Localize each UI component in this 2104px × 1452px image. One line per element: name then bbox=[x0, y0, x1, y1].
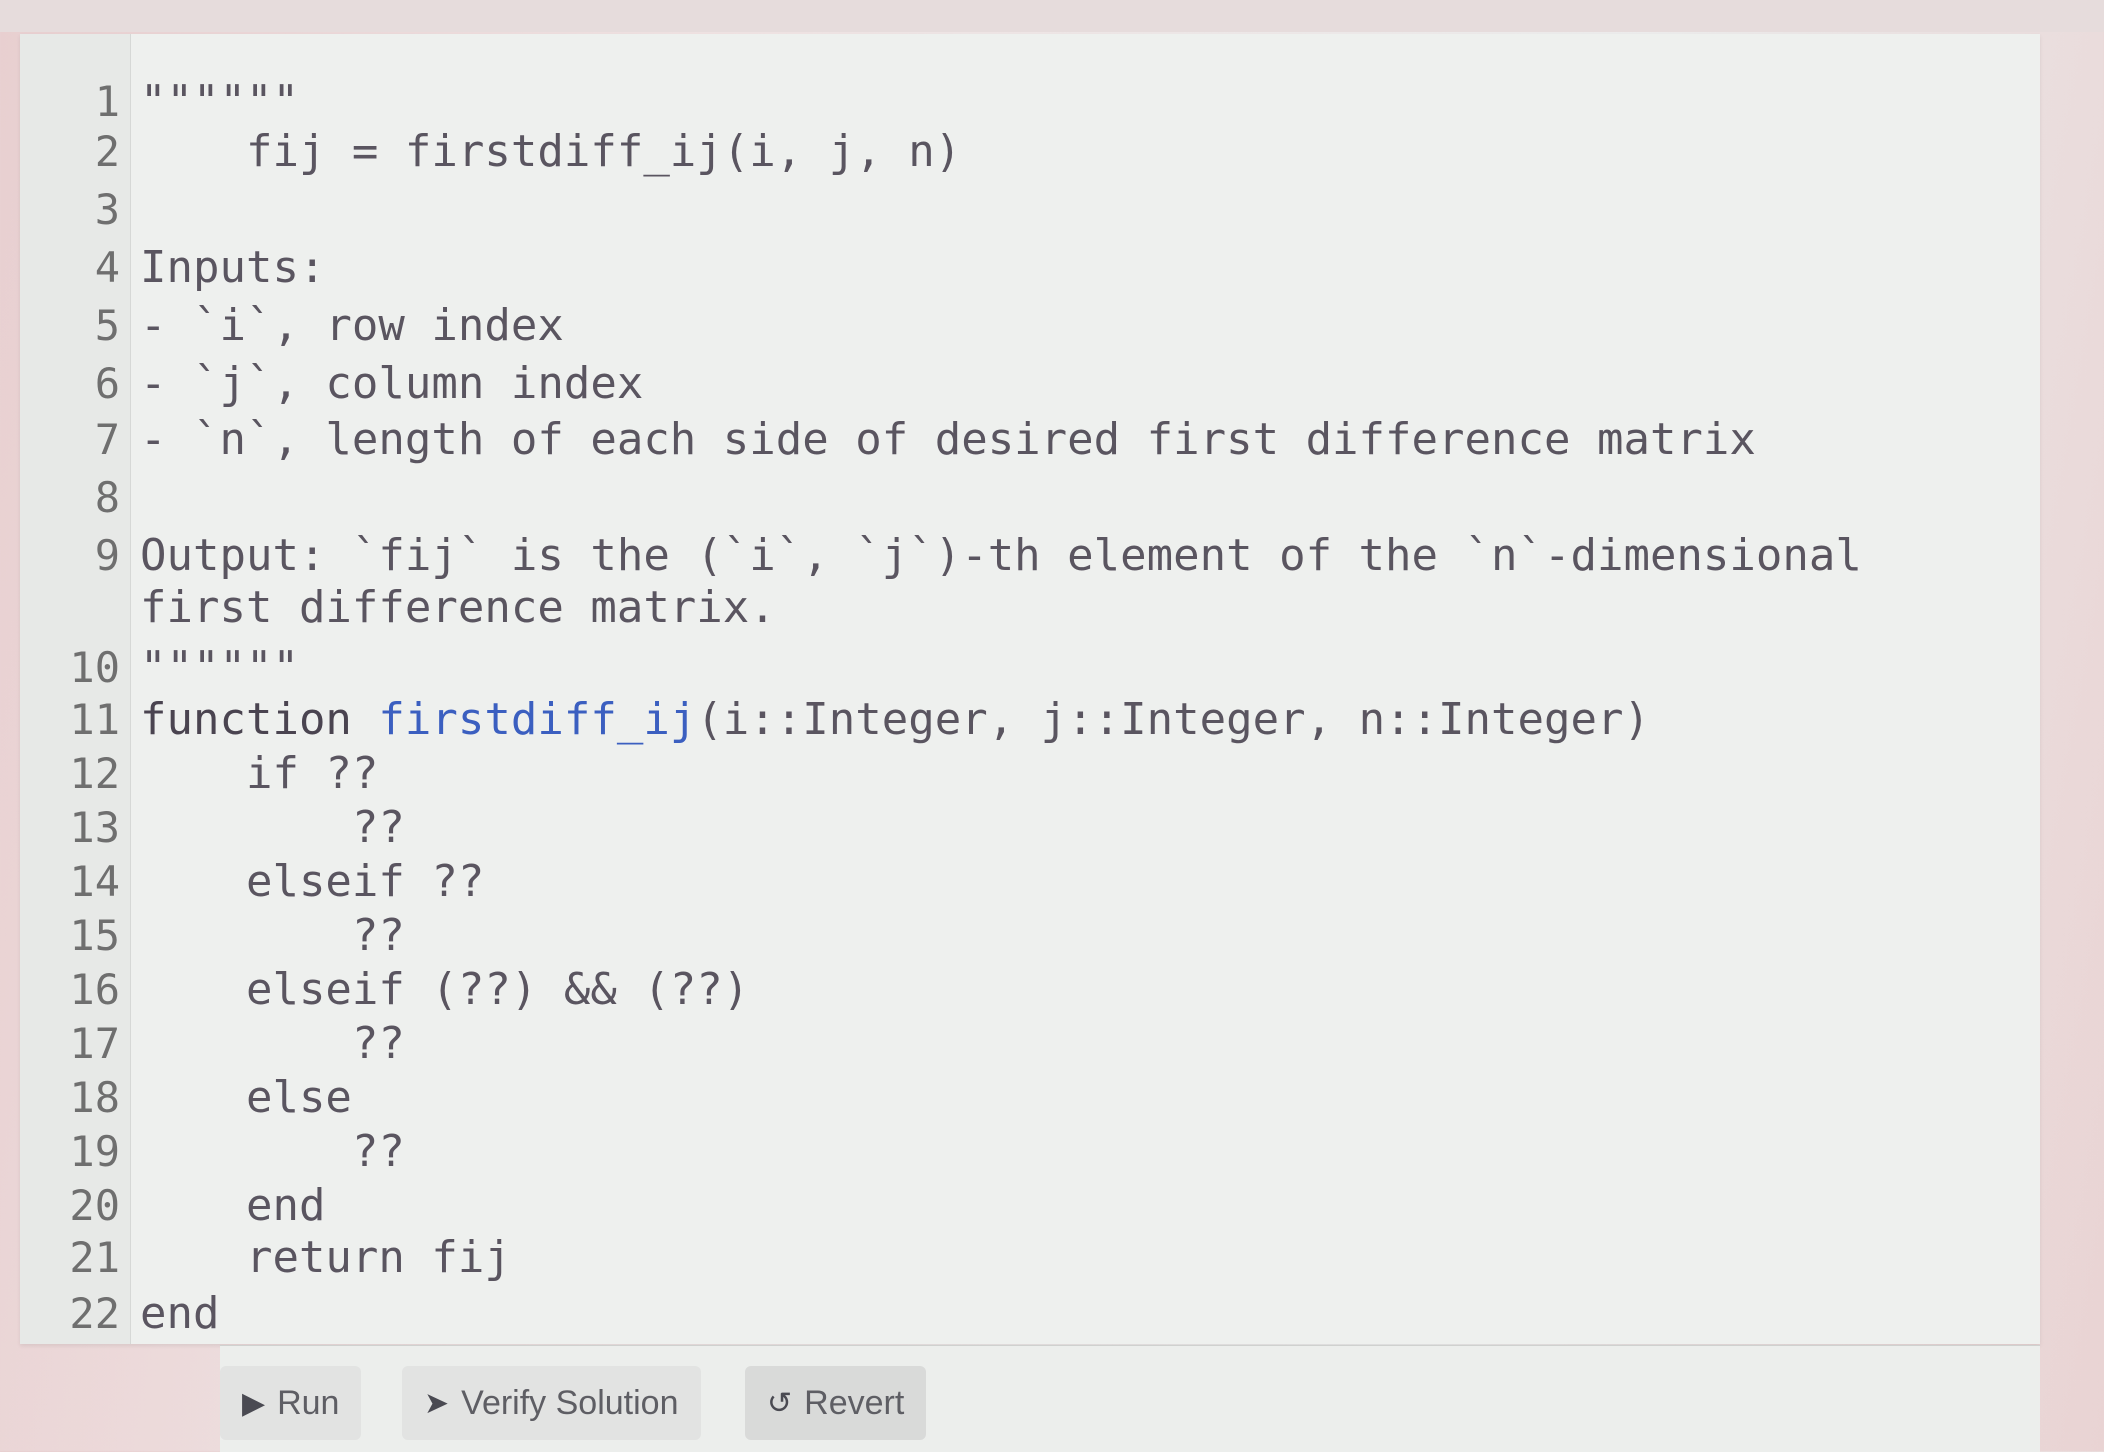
line-number: 11 bbox=[69, 695, 120, 744]
line-number: 14 bbox=[69, 857, 120, 906]
code-text[interactable]: """""" bbox=[140, 74, 299, 130]
line-number: 16 bbox=[69, 965, 120, 1014]
line-number: 2 bbox=[94, 127, 120, 176]
line-number: 13 bbox=[69, 803, 120, 852]
code-line[interactable]: 16 elseif (??) && (??) bbox=[20, 962, 2020, 1018]
line-number: 10 bbox=[69, 643, 120, 692]
code-line[interactable]: 9 Output: `fij` is the (`i`, `j`)-th elem… bbox=[20, 528, 2020, 584]
code-text[interactable]: else bbox=[140, 1070, 352, 1126]
line-number: 21 bbox=[69, 1233, 120, 1282]
code-text[interactable]: elseif (??) && (??) bbox=[140, 962, 749, 1018]
line-number: 18 bbox=[69, 1073, 120, 1122]
code-line[interactable]: 13 ?? bbox=[20, 800, 2020, 856]
code-editor[interactable]: 1 """""" 2 fij = firstdiff_ij(i, j, n) 3 4 In… bbox=[20, 34, 2040, 1344]
revert-label: Revert bbox=[804, 1383, 905, 1422]
code-text[interactable]: end bbox=[140, 1286, 219, 1342]
code-line[interactable]: 4 Inputs: bbox=[20, 240, 2020, 296]
code-line[interactable]: 5 - `i`, row index bbox=[20, 298, 2020, 354]
run-button[interactable]: ▶ Run bbox=[220, 1366, 362, 1440]
code-line[interactable]: 11 function firstdiff_ij(i::Integer, j::I… bbox=[20, 692, 2020, 748]
line-number: 22 bbox=[69, 1289, 120, 1338]
line-number: 9 bbox=[94, 531, 120, 580]
play-icon: ▶ bbox=[242, 1386, 266, 1420]
code-line[interactable]: 22 end bbox=[20, 1286, 2020, 1342]
code-text[interactable]: function firstdiff_ij(i::Integer, j::Int… bbox=[140, 692, 1650, 748]
line-number: 5 bbox=[94, 301, 120, 350]
code-text[interactable]: """""" bbox=[140, 640, 299, 696]
code-text[interactable]: ?? bbox=[140, 1016, 405, 1072]
paper-plane-icon: ➤ bbox=[424, 1386, 450, 1420]
code-line[interactable]: 17 ?? bbox=[20, 1016, 2020, 1072]
code-text[interactable]: first difference matrix. bbox=[140, 580, 776, 636]
code-text[interactable]: if ?? bbox=[140, 746, 378, 802]
code-text[interactable]: ?? bbox=[140, 1124, 405, 1180]
line-number: 15 bbox=[69, 911, 120, 960]
line-number: 17 bbox=[69, 1019, 120, 1068]
code-text[interactable]: elseif ?? bbox=[140, 854, 484, 910]
code-line[interactable]: 14 elseif ?? bbox=[20, 854, 2020, 910]
code-text[interactable]: fij = firstdiff_ij(i, j, n) bbox=[140, 124, 961, 180]
line-number: 8 bbox=[94, 473, 120, 522]
line-number: 3 bbox=[94, 185, 120, 234]
undo-icon: ↺ bbox=[767, 1386, 793, 1420]
screen-top-band bbox=[0, 0, 2104, 32]
code-text[interactable]: end bbox=[140, 1178, 325, 1234]
code-line[interactable]: 12 if ?? bbox=[20, 746, 2020, 802]
code-text[interactable]: Inputs: bbox=[140, 240, 325, 296]
function-signature: (i::Integer, j::Integer, n::Integer) bbox=[696, 694, 1650, 745]
line-number: 6 bbox=[94, 359, 120, 408]
line-number: 4 bbox=[94, 243, 120, 292]
code-line[interactable]: first difference matrix. bbox=[20, 580, 2020, 636]
code-line[interactable]: 2 fij = firstdiff_ij(i, j, n) bbox=[20, 124, 2020, 180]
code-text[interactable]: - `i`, row index bbox=[140, 298, 564, 354]
code-line[interactable]: 10 """""" bbox=[20, 640, 2020, 696]
code-line[interactable]: 8 bbox=[20, 470, 2020, 526]
code-text[interactable]: ?? bbox=[140, 908, 405, 964]
code-line[interactable]: 18 else bbox=[20, 1070, 2020, 1126]
code-text[interactable]: Output: `fij` is the (`i`, `j`)-th eleme… bbox=[140, 528, 1862, 584]
code-line[interactable]: 15 ?? bbox=[20, 908, 2020, 964]
code-line[interactable]: 21 return fij bbox=[20, 1230, 2020, 1286]
line-number: 1 bbox=[94, 77, 120, 126]
code-text[interactable]: ?? bbox=[140, 800, 405, 856]
line-number: 20 bbox=[69, 1181, 120, 1230]
code-line[interactable]: 7 - `n`, length of each side of desired f… bbox=[20, 412, 2020, 468]
verify-label: Verify Solution bbox=[461, 1383, 679, 1422]
code-line[interactable]: 1 """""" bbox=[20, 74, 2020, 130]
line-number: 7 bbox=[94, 415, 120, 464]
code-line[interactable]: 19 ?? bbox=[20, 1124, 2020, 1180]
code-text[interactable]: - `j`, column index bbox=[140, 356, 643, 412]
line-number: 19 bbox=[69, 1127, 120, 1176]
editor-toolbar: ▶ Run ➤ Verify Solution ↺ Revert bbox=[220, 1345, 2040, 1452]
code-text[interactable]: - `n`, length of each side of desired fi… bbox=[140, 412, 1756, 468]
revert-button[interactable]: ↺ Revert bbox=[745, 1366, 927, 1440]
run-label: Run bbox=[277, 1383, 340, 1422]
code-line[interactable]: 3 bbox=[20, 182, 2020, 238]
code-text[interactable]: return fij bbox=[140, 1230, 511, 1286]
line-number: 12 bbox=[69, 749, 120, 798]
function-name: firstdiff_ij bbox=[378, 694, 697, 745]
code-line[interactable]: 6 - `j`, column index bbox=[20, 356, 2020, 412]
verify-solution-button[interactable]: ➤ Verify Solution bbox=[402, 1366, 701, 1440]
keyword: function bbox=[140, 694, 379, 745]
code-line[interactable]: 20 end bbox=[20, 1178, 2020, 1234]
